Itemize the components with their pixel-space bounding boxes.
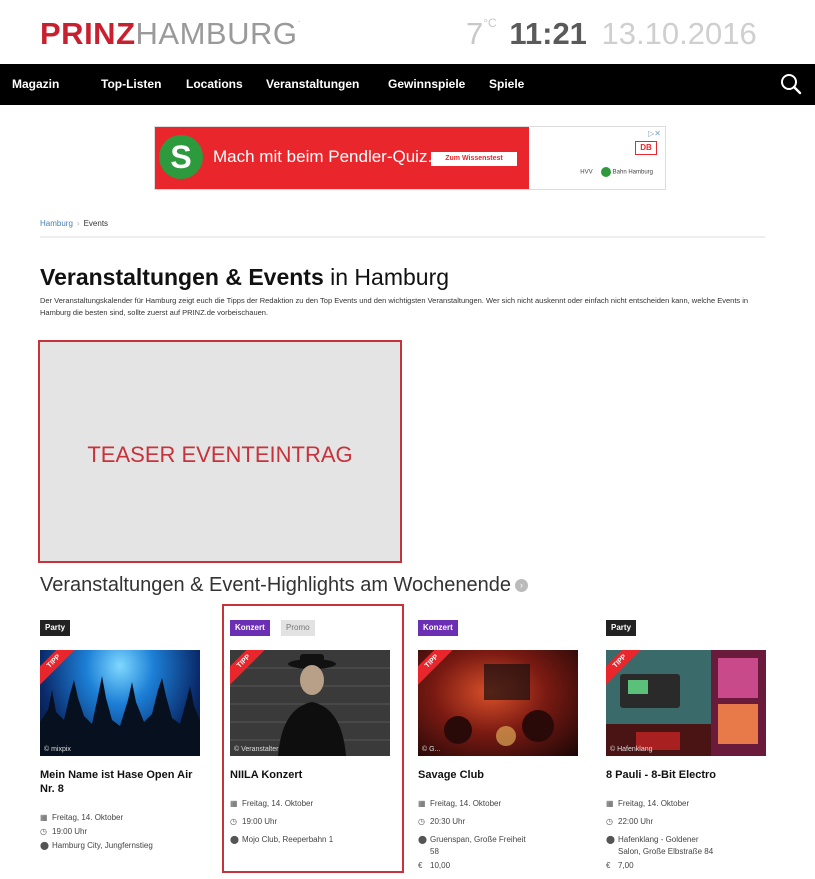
event-date: ▦ Freitag, 14. Oktober: [418, 799, 502, 808]
search-icon[interactable]: [779, 72, 803, 96]
event-location: ⬤ Gruenspan, Große Freiheit: [418, 835, 526, 844]
ad-partners: HVV Bahn Hamburg: [580, 167, 653, 177]
teaser-label: TEASER EVENTEINTRAG: [87, 442, 353, 467]
section-title: Veranstaltungen & Event-Highlights am Wo…: [40, 574, 529, 597]
category-badge: Party: [40, 620, 71, 636]
db-logo: DB: [635, 141, 657, 155]
logo-prinz: PRINZ: [40, 16, 136, 51]
event-card[interactable]: Konzert TIPP © G... Savage Club ▦ Freitag…: [418, 620, 588, 875]
category-badge: Konzert: [418, 620, 458, 636]
current-date: 13.10.2016: [601, 16, 757, 51]
map-pin-icon: ⬤: [606, 835, 615, 844]
event-price: €10,00: [418, 861, 451, 870]
event-image[interactable]: TIPP © G...: [418, 650, 578, 756]
map-pin-icon: ⬤: [230, 835, 239, 844]
site-logo[interactable]: PRINZHAMBURG·: [40, 16, 301, 52]
image-credit: © Hafenklang: [610, 746, 653, 753]
logo-city: HAMBURG: [135, 16, 298, 51]
promo-badge: Promo: [281, 620, 315, 636]
event-date: ▦ Freitag, 14. Oktober: [606, 799, 690, 808]
image-credit: © mixpix: [44, 746, 71, 753]
section-title-text: Veranstaltungen & Event-Highlights am Wo…: [40, 574, 512, 596]
event-location: ⬤ Hamburg City, Jungfernstieg: [40, 841, 153, 850]
calendar-icon: ▦: [418, 799, 426, 808]
breadcrumb-home[interactable]: Hamburg: [40, 219, 73, 228]
event-date: ▦ Freitag, 14. Oktober: [40, 813, 124, 822]
ad-banner[interactable]: S Mach mit beim Pendler-Quiz. Zum Wissen…: [154, 126, 666, 190]
clock-icon: ◷: [230, 817, 237, 826]
image-credit: © G...: [422, 746, 441, 753]
event-location: ⬤ Mojo Club, Reeperbahn 1: [230, 835, 334, 844]
event-image[interactable]: TIPP © Hafenklang: [606, 650, 766, 756]
page-title-city: in Hamburg: [323, 264, 450, 290]
nav-item-magazin[interactable]: Magazin: [12, 77, 59, 91]
clock-icon: ◷: [40, 827, 47, 836]
page-title: Veranstaltungen & Events in Hamburg: [40, 264, 449, 291]
calendar-icon: ▦: [230, 799, 238, 808]
nav-item-gewinnspiele[interactable]: Gewinnspiele: [388, 77, 465, 91]
event-time: ◷ 19:00 Uhr: [230, 817, 278, 826]
event-time: ◷ 19:00 Uhr: [40, 827, 88, 836]
site-header: PRINZHAMBURG· 7°C 11:21 13.10.2016: [0, 0, 815, 64]
breadcrumb: Hamburg › Events: [40, 219, 108, 228]
calendar-icon: ▦: [40, 813, 48, 822]
current-time: 11:21: [509, 16, 587, 51]
weather-clock: 7°C 11:21 13.10.2016: [466, 16, 757, 52]
event-location: ⬤ Hafenklang - Goldener: [606, 835, 699, 844]
event-location-line2: 58: [430, 847, 439, 856]
event-title[interactable]: 8 Pauli - 8-Bit Electro: [606, 768, 776, 782]
nav-item-locations[interactable]: Locations: [186, 77, 243, 91]
page-intro: Der Veranstaltungskalender für Hamburg z…: [40, 296, 749, 317]
main-navigation: Magazin Top-Listen Locations Veranstaltu…: [0, 64, 815, 105]
ad-quiz-button[interactable]: Zum Wissenstest: [431, 152, 517, 166]
category-badge: Konzert: [230, 620, 270, 636]
euro-icon: €: [418, 861, 423, 870]
event-image[interactable]: TIPP © mixpix: [40, 650, 200, 756]
hvv-logo: HVV: [580, 169, 593, 176]
map-pin-icon: ⬤: [40, 841, 49, 850]
ad-choices-icon[interactable]: ▷✕: [648, 129, 661, 138]
event-title[interactable]: Mein Name ist Hase Open Air Nr. 8: [40, 768, 210, 796]
event-location-line2: Salon, Große Elbstraße 84: [618, 847, 714, 856]
page-title-strong: Veranstaltungen & Events: [40, 264, 324, 290]
breadcrumb-separator-icon: ›: [76, 219, 80, 228]
s-bahn-logo-icon: S: [159, 135, 203, 179]
event-title[interactable]: Savage Club: [418, 768, 588, 782]
clock-icon: ◷: [606, 817, 613, 826]
event-date: ▦ Freitag, 14. Oktober: [230, 799, 314, 808]
teaser-placeholder[interactable]: TEASER EVENTEINTRAG: [38, 340, 402, 563]
event-card[interactable]: Konzert Promo TIPP © Veranstalter NIILA …: [230, 620, 400, 875]
event-card[interactable]: Party TIPP © mixpix Mein Name ist Hase O…: [40, 620, 210, 875]
event-time: ◷ 20:30 Uhr: [418, 817, 466, 826]
event-title[interactable]: NIILA Konzert: [230, 768, 400, 782]
temperature: 7: [466, 16, 484, 51]
breadcrumb-current: Events: [83, 219, 109, 228]
divider: [40, 236, 765, 238]
event-image[interactable]: TIPP © Veranstalter: [230, 650, 390, 756]
s-bahn-small-icon: [600, 167, 611, 177]
temperature-unit: °C: [483, 16, 497, 30]
nav-item-spiele[interactable]: Spiele: [489, 77, 524, 91]
euro-icon: €: [606, 861, 611, 870]
nav-item-top-listen[interactable]: Top-Listen: [101, 77, 161, 91]
info-icon[interactable]: ›: [515, 579, 529, 593]
map-pin-icon: ⬤: [418, 835, 427, 844]
event-price: €7,00: [606, 861, 634, 870]
event-time: ◷ 22:00 Uhr: [606, 817, 654, 826]
category-badge: Party: [606, 620, 637, 636]
event-card[interactable]: Party TIPP © Hafenklang 8 Pauli - 8-Bit …: [606, 620, 776, 875]
nav-item-veranstaltungen[interactable]: Veranstaltungen: [266, 77, 359, 91]
ad-text: Mach mit beim Pendler-Quiz.: [213, 147, 433, 166]
image-credit: © Veranstalter: [234, 746, 279, 753]
calendar-icon: ▦: [606, 799, 614, 808]
clock-icon: ◷: [418, 817, 425, 826]
bahn-hamburg-logo: Bahn Hamburg: [612, 169, 653, 176]
